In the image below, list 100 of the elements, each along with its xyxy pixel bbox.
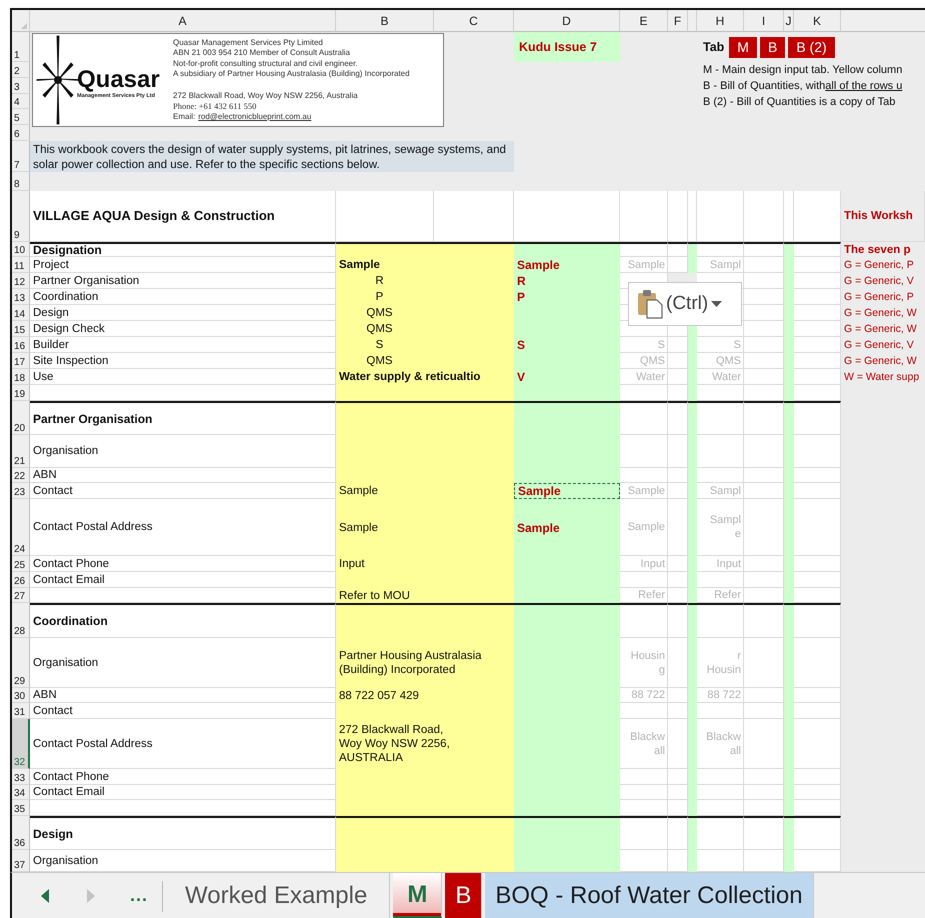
row-label: Design	[30, 305, 336, 321]
sheet-tab[interactable]: M	[393, 873, 442, 918]
table-cell: Sample	[620, 499, 668, 556]
row-header[interactable]: 21	[12, 435, 30, 468]
table-cell: R	[336, 273, 434, 289]
sheet-tab[interactable]: B	[445, 873, 482, 918]
table-cell: S	[514, 337, 620, 353]
row-header[interactable]: 18	[12, 369, 30, 385]
column-header[interactable]: C	[434, 10, 514, 32]
column-header[interactable]: F	[668, 10, 688, 32]
row-header[interactable]: 24	[12, 499, 30, 556]
table-cell: Sample	[620, 483, 668, 499]
note-text: G = Generic, P	[843, 290, 915, 305]
row-header[interactable]: 20	[12, 401, 30, 435]
row-header[interactable]: 36	[12, 816, 30, 850]
table-cell: Sampl	[697, 483, 744, 499]
contact-info-line: Phone: +61 432 611 550	[173, 101, 258, 112]
column-header[interactable]: K	[794, 10, 841, 32]
sheet-tab[interactable]: BOQ - Roof Water Collection	[485, 873, 814, 918]
note-text: G = Generic, W	[843, 322, 918, 337]
row-header[interactable]: 30	[12, 688, 30, 703]
company-info-line: Quasar Management Services Pty Limited	[173, 38, 324, 48]
row-label: Organisation	[30, 435, 336, 468]
column-header[interactable]: D	[514, 10, 620, 32]
table-cell: S	[620, 337, 668, 353]
row-header[interactable]: 22	[12, 468, 30, 483]
company-info-line: Not-for-profit consulting structural and civil engineer.	[173, 58, 359, 70]
column-header[interactable]: E	[620, 10, 668, 32]
section-heading: Design	[30, 816, 336, 850]
row-header[interactable]: 6	[12, 125, 30, 141]
table-cell: Blackw all	[697, 719, 744, 769]
note-text: G = Generic, V	[843, 274, 915, 289]
row-header[interactable]: 32	[12, 719, 30, 769]
paste-options-button[interactable]: (Ctrl)	[628, 282, 742, 326]
table-cell: QMS	[620, 353, 668, 369]
row-header[interactable]: 5	[12, 109, 30, 125]
row-header[interactable]: 12	[12, 273, 30, 289]
row-header[interactable]: 23	[12, 483, 30, 499]
row-header[interactable]: 34	[12, 785, 30, 800]
table-cell: Input	[336, 556, 514, 572]
table-cell: S	[336, 337, 434, 353]
row-header[interactable]: 11	[12, 257, 30, 273]
table-cell: Water supply & reticualtio	[336, 369, 514, 385]
row-label: ABN	[30, 688, 336, 703]
note-text: G = Generic, V	[843, 338, 915, 353]
table-cell: Sample	[336, 483, 514, 499]
legend-text: B - Bill of Quantities, withall of the rows u	[702, 79, 904, 94]
row-label: Contact Phone	[30, 769, 336, 785]
row-label: Contact Email	[30, 572, 336, 588]
row-header[interactable]: 27	[12, 588, 30, 603]
table-cell: r Housin	[697, 638, 744, 688]
column-header[interactable]: J	[784, 10, 794, 32]
row-header[interactable]: 26	[12, 572, 30, 588]
tab-link-button[interactable]: B	[760, 36, 786, 58]
table-cell: Input	[620, 556, 668, 572]
row-header[interactable]: 8	[12, 172, 30, 191]
email-link[interactable]: rod@electronicblueprint.com.au	[198, 112, 312, 121]
row-header[interactable]: 15	[12, 321, 30, 337]
row-header[interactable]: 1	[12, 32, 30, 62]
row-header[interactable]: 4	[12, 94, 30, 109]
table-cell: S	[697, 337, 744, 353]
tab-link-button[interactable]: B (2)	[788, 36, 835, 58]
row-label: Builder	[30, 337, 336, 353]
table-cell: Refer	[620, 588, 668, 603]
section-heading: Coordination	[30, 603, 336, 638]
row-header[interactable]: 2	[12, 62, 30, 78]
row-header[interactable]: 29	[12, 638, 30, 688]
row-header[interactable]: 10	[12, 242, 30, 257]
row-label: Use	[30, 369, 336, 385]
row-header[interactable]: 33	[12, 769, 30, 785]
section-heading: Designation	[30, 242, 336, 257]
row-header[interactable]: 14	[12, 305, 30, 321]
row-header[interactable]: 25	[12, 556, 30, 572]
row-header[interactable]: 9	[12, 191, 30, 242]
column-header[interactable]: H	[697, 10, 744, 32]
row-header[interactable]: 35	[12, 800, 30, 816]
issue-label: Kudu Issue 7	[514, 32, 620, 62]
row-header[interactable]: 16	[12, 337, 30, 353]
table-cell: P	[336, 289, 434, 305]
column-header[interactable]: I	[744, 10, 784, 32]
row-label: Contact Email	[30, 785, 336, 800]
description-text: This workbook covers the design of water supply systems, pit latrines, sewage systems, and solar power collection and use. Refer to the specific sections below.	[30, 141, 514, 172]
row-header[interactable]: 37	[12, 850, 30, 872]
table-cell: Sampl e	[697, 499, 744, 556]
row-header[interactable]: 19	[12, 385, 30, 401]
table-cell: Sample	[514, 499, 620, 556]
row-header[interactable]: 13	[12, 289, 30, 305]
legend-text: M - Main design input tab. Yellow column	[702, 63, 904, 78]
row-header[interactable]: 28	[12, 603, 30, 638]
row-label: Partner Organisation	[30, 273, 336, 289]
column-header[interactable]: B	[336, 10, 434, 32]
row-header[interactable]: 17	[12, 353, 30, 369]
column-header[interactable]: A	[30, 10, 336, 32]
sheet-tab[interactable]: Worked Example	[163, 873, 390, 918]
more-sheets-button[interactable]: ...	[130, 885, 148, 906]
tab-link-button[interactable]: M	[729, 36, 757, 58]
table-cell: 88 722	[697, 688, 744, 703]
row-header[interactable]: 7	[12, 141, 30, 172]
row-header[interactable]: 3	[12, 78, 30, 94]
row-header[interactable]: 31	[12, 703, 30, 719]
